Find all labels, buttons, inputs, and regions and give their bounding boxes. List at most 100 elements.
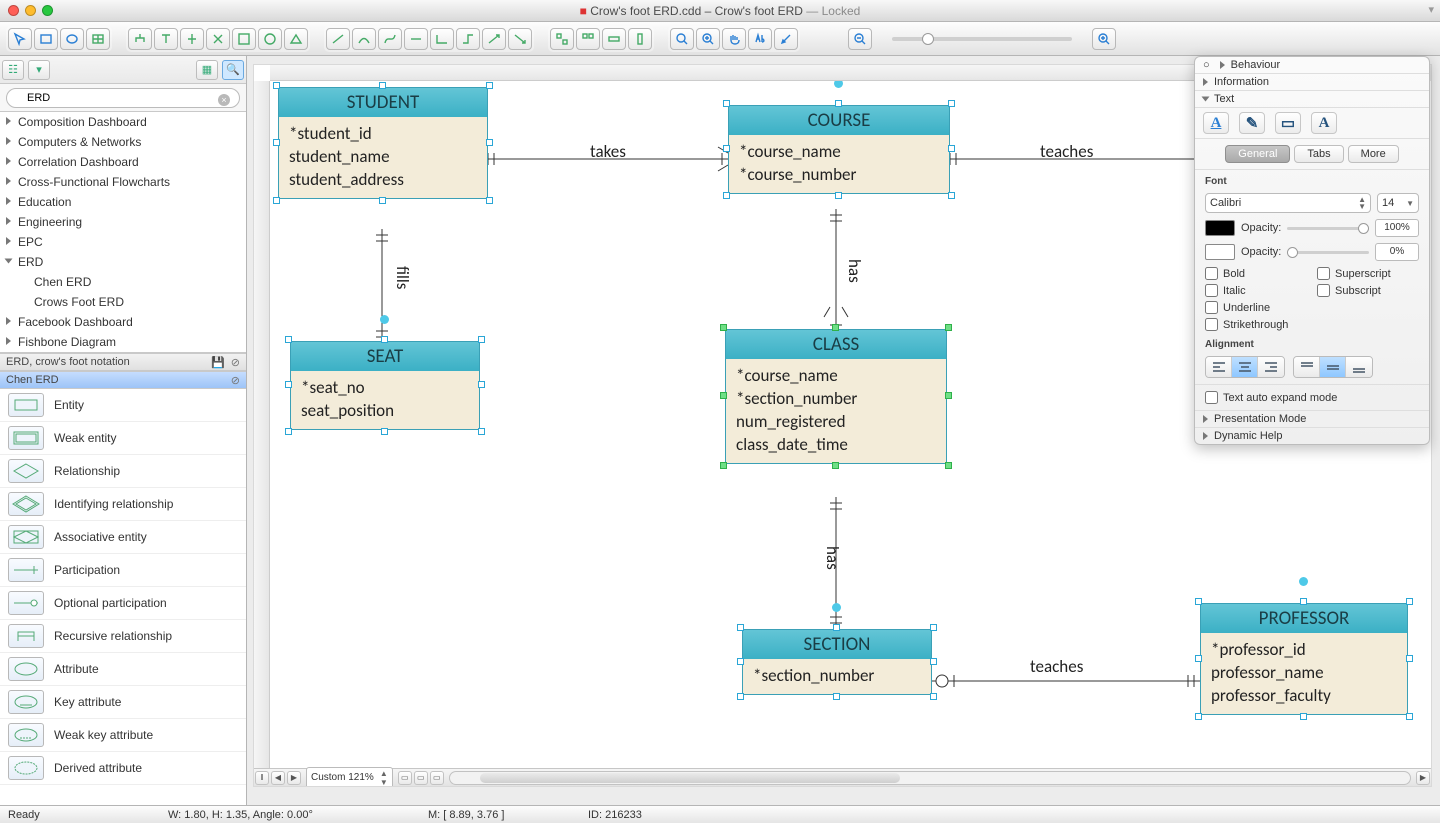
fill-icon[interactable]: ▭ <box>1275 112 1301 134</box>
page-first-button[interactable]: ◀ <box>271 771 285 785</box>
bg-color-swatch[interactable] <box>1205 244 1235 260</box>
text-opacity-value[interactable]: 100% <box>1375 219 1419 237</box>
dynamic-help-row[interactable]: Dynamic Help <box>1195 428 1429 444</box>
font-size-select[interactable]: 14▼ <box>1377 193 1419 213</box>
tree-item[interactable]: Chen ERD <box>0 272 246 292</box>
underline-color-icon[interactable]: A <box>1203 112 1229 134</box>
tree-item[interactable]: Cross-Functional Flowcharts <box>0 172 246 192</box>
bg-opacity-value[interactable]: 0% <box>1375 243 1419 261</box>
tree-item[interactable]: Composition Dashboard <box>0 112 246 132</box>
edit-tool[interactable] <box>774 28 798 50</box>
valign-middle[interactable] <box>1320 357 1346 377</box>
page-prev-button[interactable]: ‖ <box>255 771 269 785</box>
view-mode2[interactable]: ▭ <box>414 771 428 785</box>
search-clear-icon[interactable]: × <box>218 94 230 106</box>
conn4[interactable] <box>404 28 428 50</box>
close-icon[interactable]: ⊘ <box>231 374 240 387</box>
inspector-behaviour-row[interactable]: ○Behaviour <box>1195 57 1429 74</box>
conn1[interactable] <box>326 28 350 50</box>
page-next-button[interactable]: ▶ <box>287 771 301 785</box>
zoom-in-button[interactable] <box>1092 28 1116 50</box>
entity-section[interactable]: SECTION*section_number <box>742 629 932 695</box>
zoom-tool[interactable] <box>696 28 720 50</box>
stencil-item[interactable]: Key attribute <box>0 686 246 719</box>
tree-item[interactable]: Fishbone Diagram <box>0 332 246 352</box>
entity-course[interactable]: COURSE*course_name*course_number <box>728 105 950 194</box>
entity-class[interactable]: CLASS*course_name*section_numbernum_regi… <box>725 329 947 464</box>
superscript-checkbox[interactable]: Superscript <box>1317 267 1419 280</box>
tree3-tool[interactable] <box>180 28 204 50</box>
library-expand-icon[interactable]: ▾ <box>28 60 50 80</box>
pointer-tool[interactable] <box>8 28 32 50</box>
inspector-information-row[interactable]: Information <box>1195 74 1429 91</box>
view-mode3[interactable]: ▭ <box>430 771 444 785</box>
align3[interactable] <box>602 28 626 50</box>
tab-tabs[interactable]: Tabs <box>1294 145 1343 163</box>
align2[interactable] <box>576 28 600 50</box>
tree1-tool[interactable] <box>128 28 152 50</box>
conn3[interactable] <box>378 28 402 50</box>
zoom-readout[interactable]: Custom 121%▲▼ <box>306 767 393 788</box>
conn6[interactable] <box>456 28 480 50</box>
stencil-item[interactable]: Relationship <box>0 455 246 488</box>
tree-item[interactable]: Correlation Dashboard <box>0 152 246 172</box>
stencil-item[interactable]: Associative entity <box>0 521 246 554</box>
tree7-tool[interactable] <box>284 28 308 50</box>
presentation-mode-row[interactable]: Presentation Mode <box>1195 411 1429 428</box>
align-left[interactable] <box>1206 357 1232 377</box>
ellipse-tool[interactable] <box>60 28 84 50</box>
tree2-tool[interactable] <box>154 28 178 50</box>
tab-more[interactable]: More <box>1348 145 1399 163</box>
zoom-out-button[interactable] <box>848 28 872 50</box>
stencil-item[interactable]: Derived attribute <box>0 752 246 785</box>
conn2[interactable] <box>352 28 376 50</box>
stencil-item[interactable]: Recursive relationship <box>0 620 246 653</box>
tree6-tool[interactable] <box>258 28 282 50</box>
stencil-item[interactable]: Attribute <box>0 653 246 686</box>
align-center[interactable] <box>1232 357 1258 377</box>
italic-checkbox[interactable]: Italic <box>1205 284 1307 297</box>
rectangle-tool[interactable] <box>34 28 58 50</box>
spell-tool[interactable] <box>748 28 772 50</box>
bg-opacity-slider[interactable] <box>1287 251 1369 254</box>
stencil-item[interactable]: Optional participation <box>0 587 246 620</box>
library-tree-icon[interactable]: ☷ <box>2 60 24 80</box>
tab-general[interactable]: General <box>1225 145 1290 163</box>
save-icon[interactable]: 💾 <box>211 356 225 369</box>
font-family-select[interactable]: Calibri▲▼ <box>1205 193 1371 213</box>
subscript-checkbox[interactable]: Subscript <box>1317 284 1419 297</box>
tree-item[interactable]: Engineering <box>0 212 246 232</box>
tree-item[interactable]: Crows Foot ERD <box>0 292 246 312</box>
tree5-tool[interactable] <box>232 28 256 50</box>
entity-seat[interactable]: SEAT*seat_noseat_position <box>290 341 480 430</box>
align-right[interactable] <box>1258 357 1284 377</box>
tree-item[interactable]: Facebook Dashboard <box>0 312 246 332</box>
library-grid-icon[interactable]: ▦ <box>196 60 218 80</box>
stencil-section-crowsfoot[interactable]: ERD, crow's foot notation 💾⊘ <box>0 353 246 371</box>
zoomfit-tool[interactable] <box>670 28 694 50</box>
tree4-tool[interactable] <box>206 28 230 50</box>
stencil-item[interactable]: Weak entity <box>0 422 246 455</box>
hand-tool[interactable] <box>722 28 746 50</box>
strikethrough-checkbox[interactable]: Strikethrough <box>1205 318 1307 331</box>
tree-item[interactable]: Computers & Networks <box>0 132 246 152</box>
text-opacity-slider[interactable] <box>1287 227 1369 230</box>
highlight-icon[interactable]: ✎ <box>1239 112 1265 134</box>
tree-item[interactable]: Education <box>0 192 246 212</box>
table-tool[interactable] <box>86 28 110 50</box>
entity-professor[interactable]: PROFESSOR*professor_idprofessor_nameprof… <box>1200 603 1408 715</box>
scroll-right-button[interactable]: ▶ <box>1416 771 1430 785</box>
tree-item[interactable]: ERD <box>0 252 246 272</box>
close-icon[interactable]: ⊘ <box>231 356 240 369</box>
stencil-section-chen[interactable]: Chen ERD ⊘ <box>0 371 246 389</box>
inspector-text-row[interactable]: Text <box>1195 91 1429 108</box>
underline-checkbox[interactable]: Underline <box>1205 301 1307 314</box>
titlebar-overflow-icon[interactable]: ▾ <box>1428 3 1434 16</box>
bold-checkbox[interactable]: Bold <box>1205 267 1307 280</box>
stencil-item[interactable]: Participation <box>0 554 246 587</box>
library-search-icon[interactable]: 🔍 <box>222 60 244 80</box>
valign-bottom[interactable] <box>1346 357 1372 377</box>
stencil-item[interactable]: Entity <box>0 389 246 422</box>
font-icon[interactable]: A <box>1311 112 1337 134</box>
conn7[interactable] <box>482 28 506 50</box>
